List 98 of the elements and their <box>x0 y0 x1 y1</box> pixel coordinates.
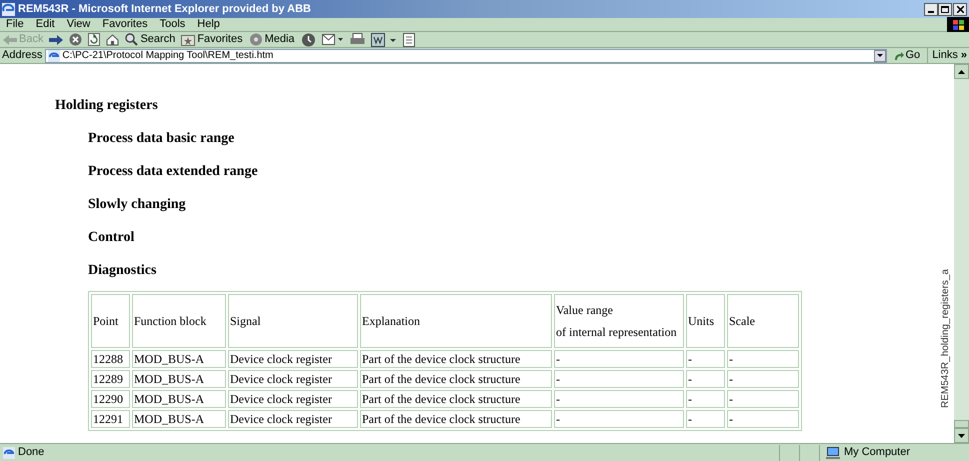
forward-arrow-icon <box>49 34 64 44</box>
maximize-button[interactable] <box>938 2 952 16</box>
forward-button[interactable] <box>49 34 64 44</box>
browser-icon <box>2 2 15 16</box>
table-cell: - <box>686 390 725 408</box>
computer-icon <box>826 446 840 458</box>
table-cell: Part of the device clock structure <box>360 390 552 408</box>
close-button[interactable] <box>953 2 967 16</box>
table-cell: Part of the device clock structure <box>360 410 552 428</box>
up-arrow-icon <box>958 70 965 74</box>
menu-item[interactable]: Help <box>191 16 226 33</box>
menu-item[interactable]: File <box>0 16 30 33</box>
back-arrow-icon <box>3 34 17 44</box>
history-icon <box>300 32 316 46</box>
table-cell: - <box>554 390 684 408</box>
scroll-thumb[interactable] <box>954 420 969 428</box>
column-header: Point <box>91 294 130 348</box>
table-cell: 12290 <box>91 390 130 408</box>
table-cell: - <box>727 350 799 368</box>
table-cell: MOD_BUS-A <box>132 410 226 428</box>
window-title: REM543R - Microsoft Internet Explorer provided by ABB <box>18 2 311 17</box>
status-text: Done <box>18 445 46 460</box>
discuss-button[interactable] <box>402 32 415 46</box>
folder-star-icon <box>181 34 196 46</box>
zone-text: My Computer <box>844 445 910 460</box>
table-cell: Part of the device clock structure <box>360 350 552 368</box>
close-icon <box>956 6 964 12</box>
windows-logo-icon <box>952 20 964 30</box>
address-field[interactable]: C:\PC-21\Protocol Mapping Tool\REM_testi.htm <box>45 48 886 62</box>
side-label: REM543R_holding_registers_a <box>940 269 951 408</box>
table-cell: MOD_BUS-A <box>132 390 226 408</box>
column-header: Signal <box>228 294 358 348</box>
table-cell: MOD_BUS-A <box>132 370 226 388</box>
menu-item[interactable]: View <box>60 16 96 33</box>
page-heading: Holding registers <box>55 97 159 114</box>
search-button[interactable]: Search <box>125 31 176 48</box>
address-label: Address <box>2 48 42 64</box>
table-cell: - <box>686 410 725 428</box>
column-header: Value range of internal representation <box>554 294 684 348</box>
go-arrow-icon <box>894 50 904 60</box>
edit-button[interactable] <box>370 32 397 46</box>
table-cell: 12291 <box>91 410 130 428</box>
go-button[interactable]: Go <box>890 47 924 64</box>
more-links-chevron[interactable]: » <box>960 47 967 64</box>
down-arrow-icon <box>958 434 965 438</box>
dropdown-button[interactable] <box>874 50 886 62</box>
table-cell: 12289 <box>91 370 130 388</box>
minimize-button[interactable] <box>924 2 938 16</box>
table-cell: Device clock register <box>228 410 358 428</box>
search-icon <box>125 33 138 46</box>
minimize-icon <box>928 10 934 12</box>
section-heading: Control <box>88 229 136 246</box>
table-cell: Part of the device clock structure <box>360 370 552 388</box>
section-heading: Slowly changing <box>88 196 187 213</box>
menu-item[interactable]: Favorites <box>96 16 154 33</box>
table-cell: Device clock register <box>228 350 358 368</box>
table-cell: Device clock register <box>228 390 358 408</box>
table-cell: MOD_BUS-A <box>132 350 226 368</box>
note-icon <box>402 32 415 46</box>
section-heading: Process data basic range <box>88 130 236 147</box>
media-icon <box>248 33 263 46</box>
mail-button[interactable] <box>322 33 344 46</box>
table-cell: - <box>554 350 684 368</box>
maximize-icon <box>941 6 949 12</box>
scroll-up-button[interactable] <box>954 64 969 79</box>
table-cell: - <box>554 410 684 428</box>
media-button[interactable]: Media <box>248 31 295 48</box>
column-header: Units <box>686 294 725 348</box>
scroll-down-button[interactable] <box>954 428 969 443</box>
column-header: Scale <box>727 294 799 348</box>
table-cell: - <box>554 370 684 388</box>
home-icon <box>106 34 120 46</box>
refresh-icon <box>88 33 100 46</box>
table-cell: - <box>686 370 725 388</box>
column-header: Function block <box>132 294 226 348</box>
column-header: Explanation <box>360 294 552 348</box>
table-cell: 12288 <box>91 350 130 368</box>
printer-icon <box>350 33 365 46</box>
table-cell: Device clock register <box>228 370 358 388</box>
table-cell: - <box>727 370 799 388</box>
caret-icon <box>876 54 882 57</box>
favorites-button[interactable]: Favorites <box>181 31 243 48</box>
menu-item[interactable]: Tools <box>154 16 192 33</box>
history-button[interactable] <box>300 32 316 46</box>
stop-button[interactable] <box>69 33 82 46</box>
page-icon <box>48 50 60 62</box>
stop-icon <box>69 33 82 46</box>
print-button[interactable] <box>350 33 365 46</box>
document-edit-icon <box>370 32 397 46</box>
refresh-button[interactable] <box>88 33 100 46</box>
home-button[interactable] <box>106 34 120 46</box>
mail-icon <box>322 33 344 46</box>
section-heading: Process data extended range <box>88 163 259 180</box>
page-icon <box>3 446 15 458</box>
table-cell: - <box>686 350 725 368</box>
menu-item[interactable]: Edit <box>30 16 61 33</box>
table-cell: - <box>727 410 799 428</box>
table-cell: - <box>727 390 799 408</box>
